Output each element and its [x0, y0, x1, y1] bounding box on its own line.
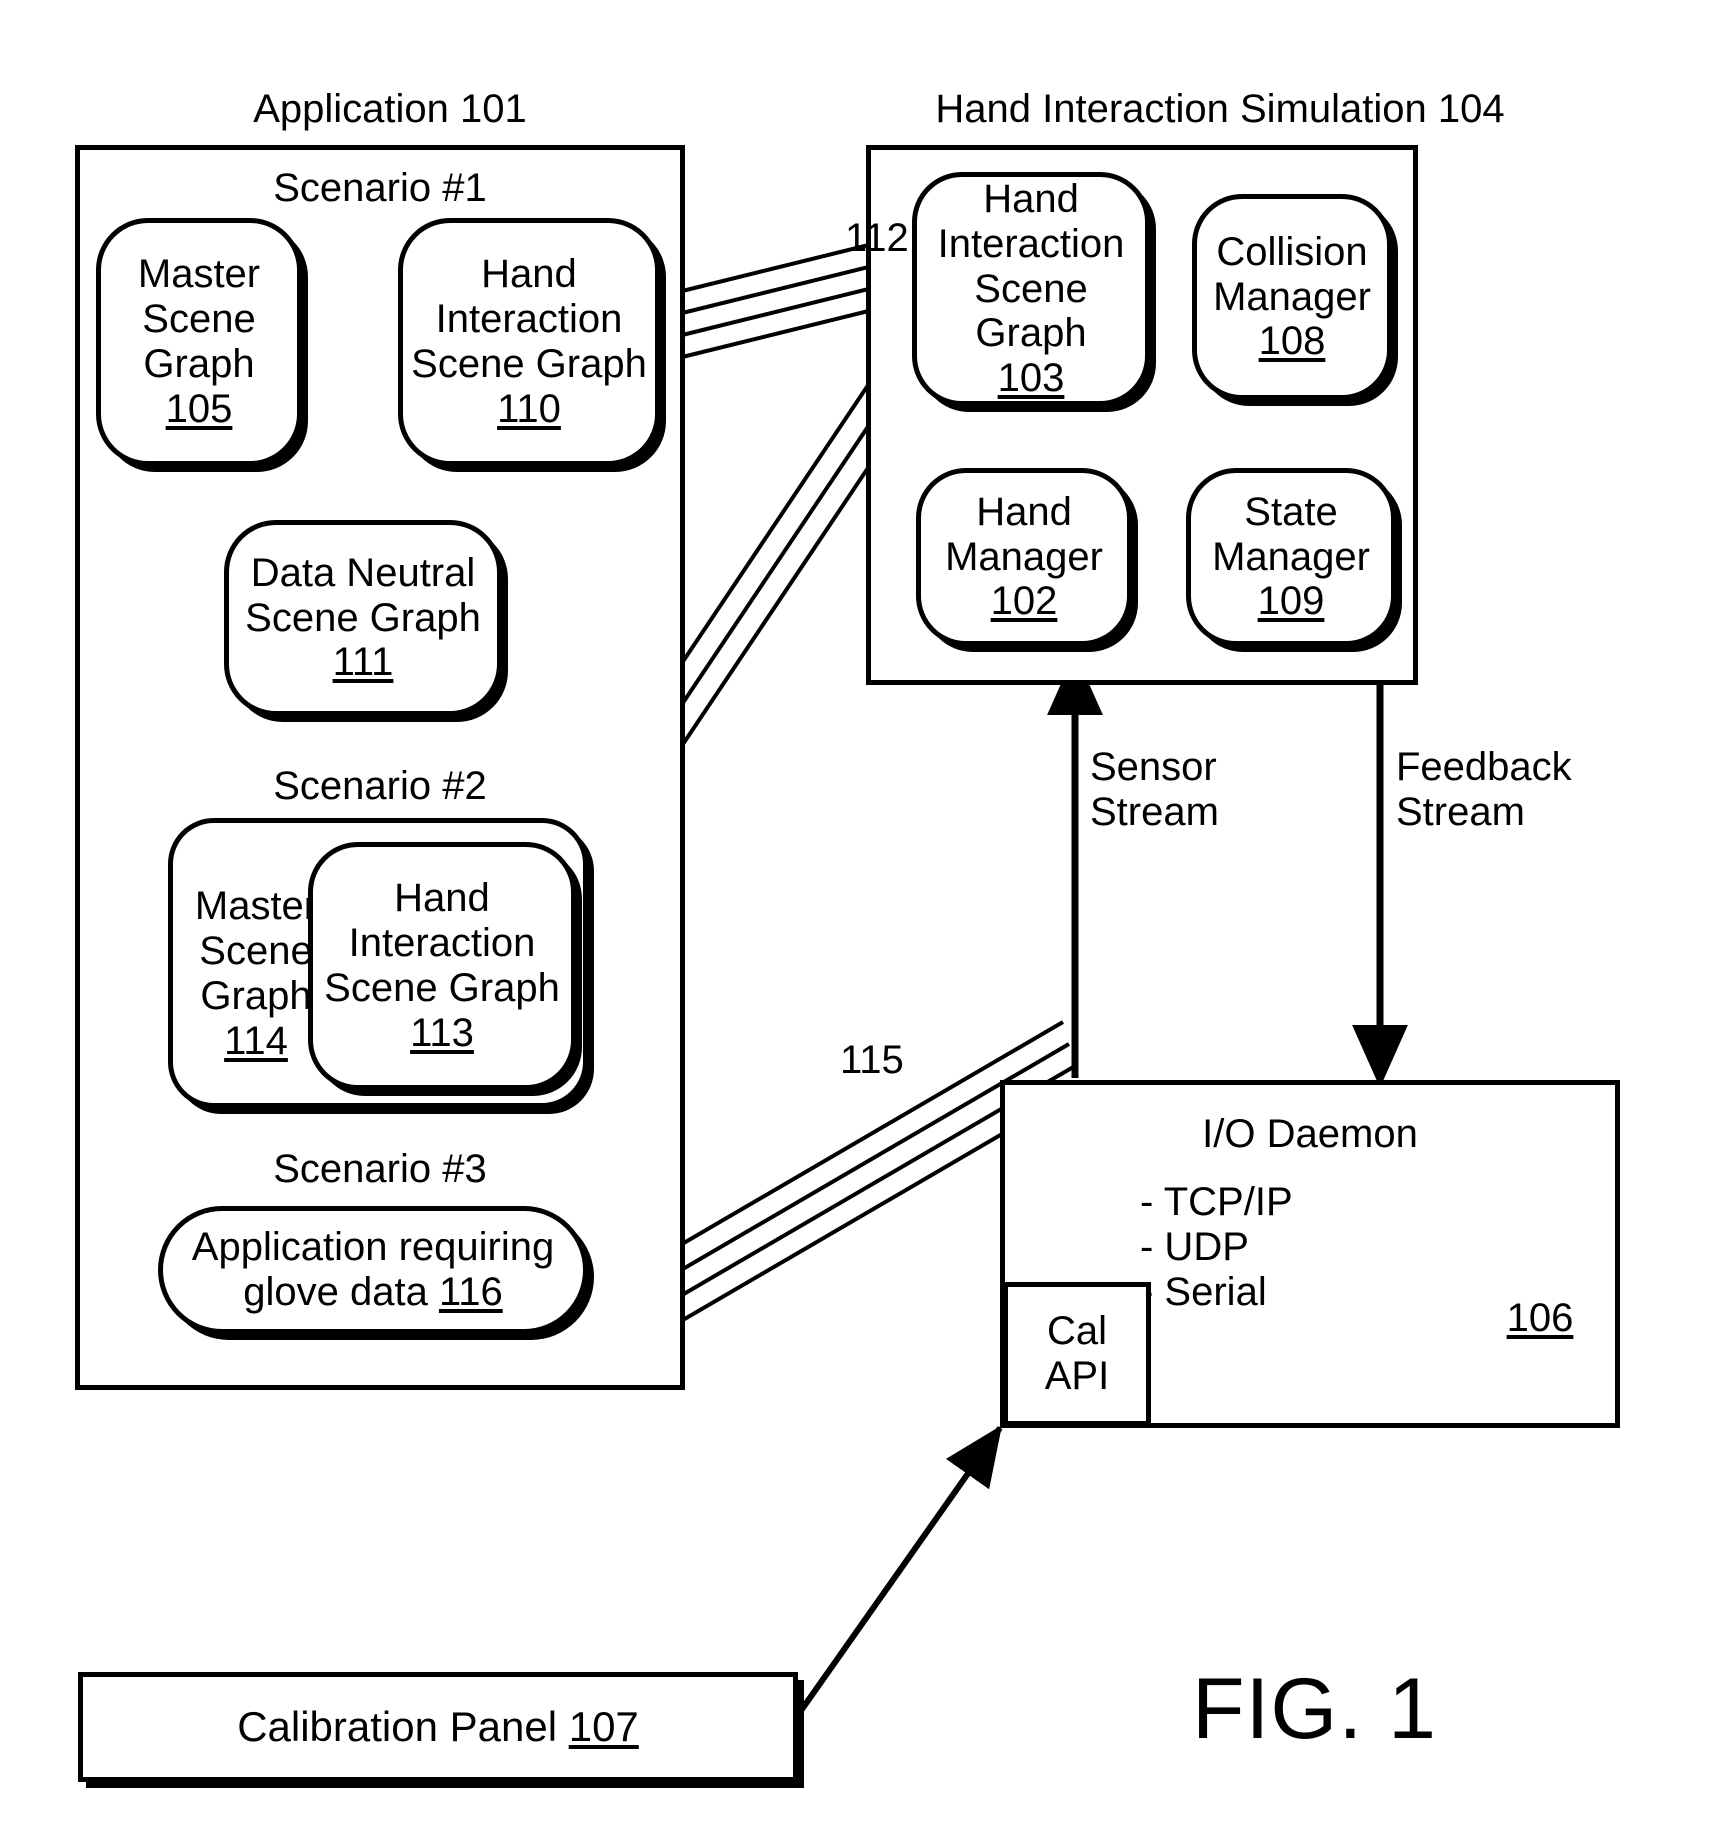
- node-number: 108: [1258, 319, 1326, 364]
- node-label-line2: Manager: [1213, 274, 1371, 319]
- feedback-stream-label: Feedback Stream: [1396, 745, 1656, 835]
- node-label-line1: Hand: [481, 252, 577, 297]
- io-daemon-title: I/O Daemon: [1202, 1112, 1418, 1156]
- node-label-line3: Scene Graph: [974, 266, 1088, 356]
- sensor-stream-line2: Stream: [1090, 789, 1219, 834]
- node-label-line1: State: [1244, 489, 1338, 534]
- node-hand-interaction-scene-graph-113[interactable]: Hand Interaction Scene Graph 113: [308, 842, 576, 1090]
- io-daemon-items: - TCP/IP - UDP - Serial: [1140, 1180, 1470, 1314]
- io-daemon-item-tcpip: - TCP/IP: [1140, 1180, 1293, 1224]
- node-label-line1: Hand: [394, 876, 490, 921]
- node-number: 113: [410, 1010, 474, 1055]
- node-state-manager-109[interactable]: State Manager 109: [1186, 468, 1396, 646]
- sensor-stream-label: Sensor Stream: [1090, 745, 1320, 835]
- feedback-stream-line2: Stream: [1396, 789, 1525, 834]
- node-number: 105: [165, 386, 233, 431]
- io-daemon-item-serial: - Serial: [1140, 1269, 1267, 1314]
- node-collision-manager-108[interactable]: Collision Manager 108: [1192, 194, 1392, 400]
- node-hand-interaction-scene-graph-103[interactable]: Hand Interaction Scene Graph 103: [912, 172, 1150, 406]
- simulation-title: Hand Interaction Simulation 104: [935, 87, 1505, 131]
- cal-api-box[interactable]: Cal API: [1003, 1282, 1151, 1426]
- node-number: 116: [438, 1270, 503, 1314]
- node-label-line2: Interaction: [348, 921, 536, 966]
- node-master-scene-graph-105[interactable]: Master Scene Graph 105: [96, 218, 302, 466]
- node-number: 103: [997, 356, 1065, 401]
- node-label-line2: glove data 116: [192, 1270, 554, 1315]
- feedback-stream-line1: Feedback: [1396, 745, 1572, 789]
- node-label-line1: Master: [137, 252, 261, 297]
- node-label-text: glove data: [243, 1270, 439, 1314]
- node-hand-manager-102[interactable]: Hand Manager 102: [916, 468, 1132, 646]
- node-number: 109: [1257, 579, 1325, 624]
- node-label-line1: Data Neutral: [250, 550, 476, 595]
- scenario-3-title: Scenario #3: [273, 1147, 487, 1191]
- node-number: 114: [224, 1018, 288, 1063]
- node-label-line1: Hand: [983, 177, 1079, 221]
- node-data-neutral-scene-graph-111[interactable]: Data Neutral Scene Graph 111: [224, 520, 502, 716]
- node-label-line3: Graph: [200, 974, 312, 1018]
- calibration-panel-number: 107: [568, 1703, 639, 1751]
- node-label-line2: Manager: [945, 534, 1103, 579]
- node-hand-interaction-scene-graph-110[interactable]: Hand Interaction Scene Graph 110: [398, 218, 660, 466]
- node-label-line1: Hand: [976, 489, 1072, 534]
- cal-api-line2: API: [1044, 1354, 1110, 1398]
- calibration-panel-label: Calibration Panel: [237, 1703, 569, 1751]
- application-title: Application 101: [253, 87, 527, 131]
- scenario-1-title: Scenario #1: [273, 166, 487, 210]
- calibration-panel[interactable]: Calibration Panel 107: [78, 1672, 798, 1782]
- node-number: 110: [497, 386, 561, 431]
- sensor-stream-line1: Sensor: [1090, 745, 1217, 789]
- node-label-line2: Scene Graph: [245, 595, 481, 640]
- connector-label-112: 112: [845, 216, 909, 260]
- node-label-line1: Collision: [1216, 229, 1368, 274]
- node-application-requiring-glove-data-116[interactable]: Application requiring glove data 116: [158, 1206, 588, 1334]
- node-label-line1: Application requiring: [191, 1225, 555, 1270]
- scenario-2-title: Scenario #2: [273, 764, 487, 808]
- node-label-line3: Scene Graph: [411, 342, 647, 386]
- node-label-line2: Scene: [199, 929, 313, 974]
- node-label-line2: Manager: [1212, 534, 1370, 579]
- node-number: 102: [990, 579, 1058, 624]
- node-label-line2: Interaction: [435, 297, 623, 342]
- cal-api-line1: Cal: [1046, 1309, 1107, 1354]
- connector-label-115: 115: [840, 1038, 904, 1082]
- io-daemon-item-udp: - UDP: [1140, 1224, 1249, 1269]
- io-daemon-number: 106: [1506, 1296, 1574, 1340]
- node-label-line3: Graph: [143, 342, 255, 386]
- figure-label: FIG. 1: [1192, 1661, 1437, 1757]
- node-label-line3: Scene Graph: [324, 966, 560, 1010]
- node-label-line2: Scene: [142, 297, 256, 342]
- node-label-line1: Master: [194, 884, 318, 929]
- node-label-line2: Interaction: [937, 221, 1125, 266]
- node-number: 111: [332, 640, 394, 685]
